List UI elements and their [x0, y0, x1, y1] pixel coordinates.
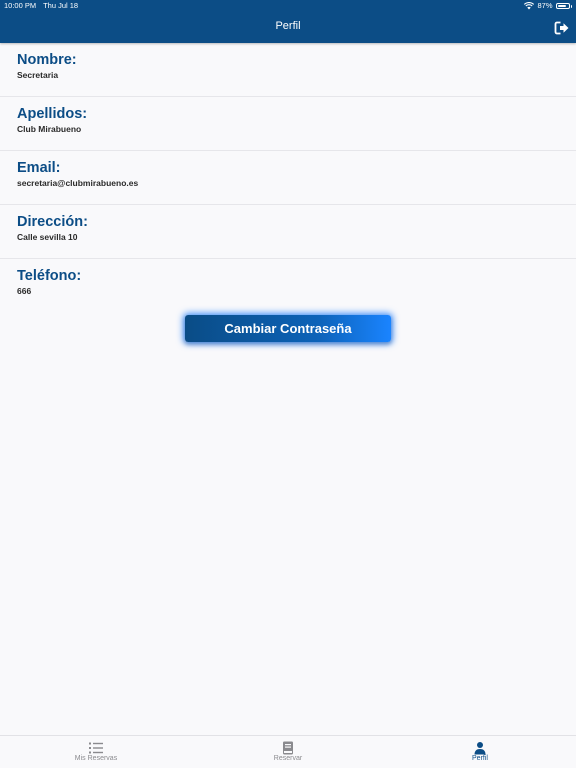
- list-icon: [89, 742, 103, 754]
- battery-fill: [557, 5, 567, 7]
- field-value: 666: [17, 286, 32, 296]
- nav-header: 10:00 PM Thu Jul 18 87% Perfil: [0, 0, 576, 43]
- field-label: Nombre:: [17, 52, 77, 68]
- field-label: Dirección:: [17, 214, 88, 230]
- wifi-icon: [524, 2, 535, 10]
- tab-mis-reservas[interactable]: Mis Reservas: [0, 736, 192, 768]
- status-date: Thu Jul 18: [43, 1, 79, 10]
- person-icon: [474, 742, 486, 755]
- change-password-button[interactable]: Cambiar Contraseña: [185, 315, 391, 342]
- field-label: Email:: [17, 160, 61, 176]
- profile-field-direccion: Dirección: Calle sevilla 10: [0, 205, 576, 259]
- battery-tip: [570, 4, 572, 8]
- profile-list: Nombre: Secretaria Apellidos: Club Mirab…: [0, 43, 576, 313]
- tab-bar: Mis Reservas Reservar Perfil: [0, 735, 576, 768]
- field-value: Calle sevilla 10: [17, 232, 78, 242]
- tab-label: Mis Reservas: [74, 755, 118, 762]
- status-time: 10:00 PM: [4, 1, 37, 10]
- field-value: secretaria@clubmirabueno.es: [17, 178, 139, 188]
- logout-button[interactable]: [554, 20, 570, 36]
- status-bar: 10:00 PM Thu Jul 18 87%: [0, 0, 576, 12]
- field-label: Teléfono:: [17, 268, 82, 284]
- logout-icon: [554, 21, 569, 35]
- tab-label: Perfil: [472, 755, 488, 762]
- battery-icon: [555, 3, 570, 9]
- page-title: Perfil: [275, 20, 301, 32]
- profile-field-nombre: Nombre: Secretaria: [0, 43, 576, 97]
- book-icon: [283, 741, 293, 755]
- profile-field-apellidos: Apellidos: Club Mirabueno: [0, 97, 576, 151]
- tab-perfil[interactable]: Perfil: [384, 736, 576, 768]
- field-label: Apellidos:: [17, 106, 88, 122]
- profile-field-email: Email: secretaria@clubmirabueno.es: [0, 151, 576, 205]
- field-value: Club Mirabueno: [17, 124, 82, 134]
- battery-percent: 87%: [537, 1, 553, 10]
- tab-reservar[interactable]: Reservar: [192, 736, 384, 768]
- tab-label: Reservar: [273, 755, 303, 762]
- profile-field-telefono: Teléfono: 666: [0, 259, 576, 313]
- field-value: Secretaria: [17, 70, 59, 80]
